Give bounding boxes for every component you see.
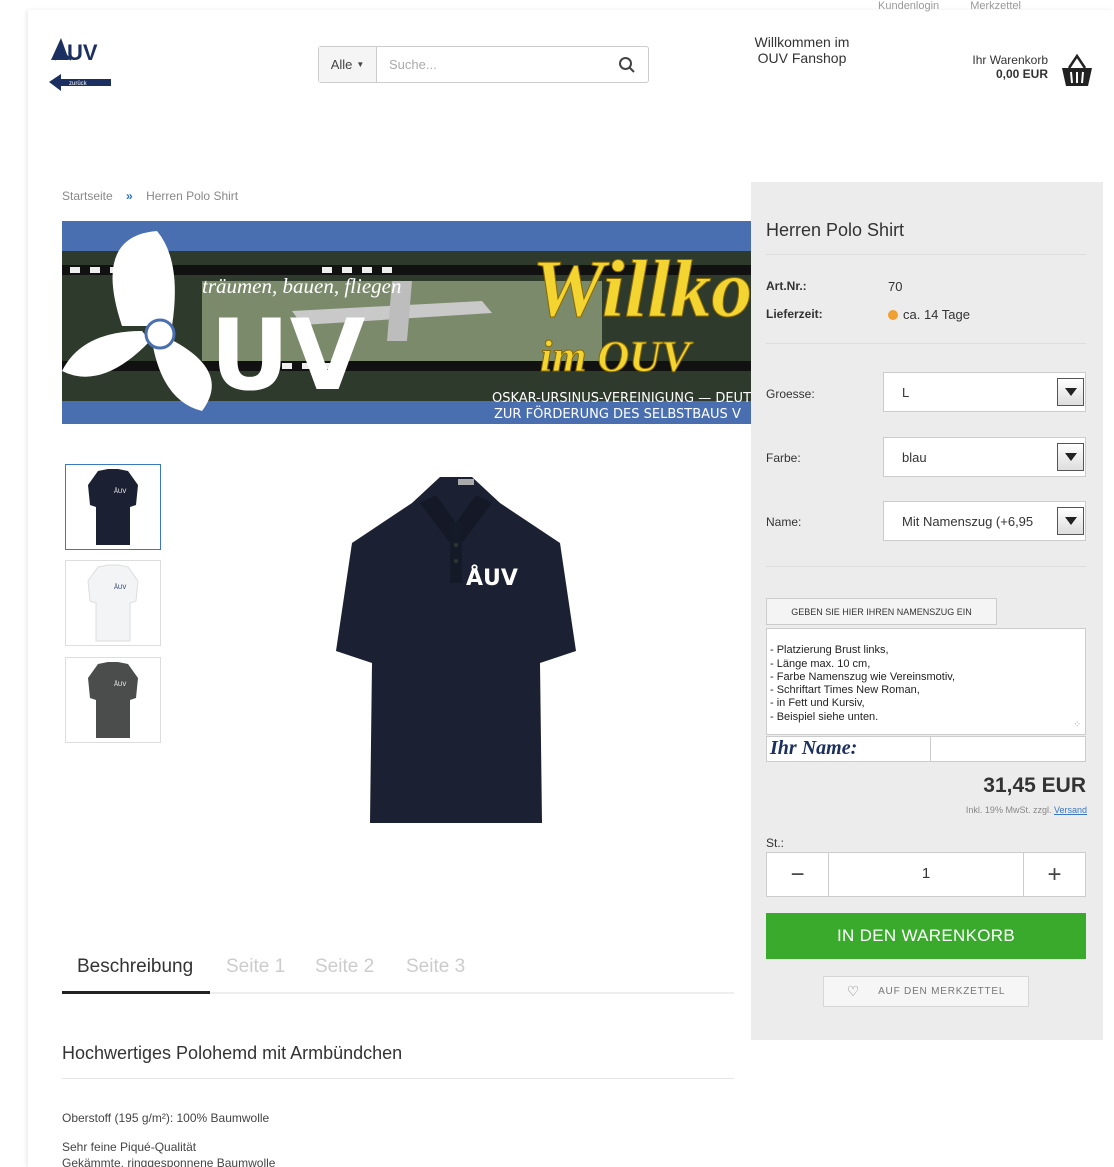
search-category-dropdown[interactable]: Alle ▼ [319, 47, 377, 82]
name-option-select[interactable]: Mit Namenszug (+6,95 [883, 501, 1086, 541]
search-bar: Alle ▼ [318, 46, 649, 83]
quantity-decrease-button[interactable]: − [767, 853, 829, 896]
basket-icon[interactable] [1060, 52, 1094, 88]
polo-shirt-thumbnail: ÅUV [87, 564, 139, 642]
active-tab-indicator [62, 991, 210, 994]
top-links: Kundenlogin Merkzettel [878, 0, 1049, 14]
quantity-increase-button[interactable]: + [1023, 853, 1085, 896]
shop-logo[interactable]: UV zurück [47, 30, 119, 92]
add-to-wishlist-button[interactable]: ♡ AUF DEN MERKZETTEL [823, 976, 1029, 1007]
back-label: zurück [69, 81, 88, 87]
wishlist-link[interactable]: Merkzettel [970, 0, 1021, 12]
breadcrumb-separator: » [126, 189, 133, 203]
delivery-label: Lieferzeit: [766, 307, 823, 321]
size-label: Groesse: [766, 387, 815, 401]
chevron-down-icon [1057, 507, 1084, 535]
thumbnail-white[interactable]: ÅUV [65, 560, 161, 646]
cart-label: Ihr Warenkorb [972, 53, 1048, 67]
page: Kundenlogin Merkzettel UV zurück Alle▼ W… [0, 0, 1114, 1167]
search-icon [619, 56, 635, 73]
tax-note: Inkl. 19% MwSt. zzgl. Versand [965, 805, 1087, 815]
product-title: Herren Polo Shirt [766, 220, 905, 240]
quantity-stepper: − 1 + [766, 852, 1086, 897]
resize-handle-icon[interactable]: ⁘ [1073, 718, 1081, 731]
description-line: Gekämmte, ringgesponnene Baumwolle [62, 1156, 276, 1167]
heart-icon: ♡ [846, 983, 861, 999]
login-link[interactable]: Kundenlogin [878, 0, 939, 12]
thumbnail-navy[interactable]: ÅUV [65, 464, 161, 550]
tab-seite-2[interactable]: Seite 2 [315, 956, 374, 978]
color-select[interactable]: blau [883, 437, 1086, 477]
svg-text:UV: UV [67, 40, 98, 65]
name-example-box [930, 737, 1085, 761]
quantity-input[interactable]: 1 [829, 865, 1023, 882]
polo-shirt-thumbnail: ÅUV [88, 469, 138, 545]
thumbnail-gray[interactable]: ÅUV [65, 657, 161, 743]
breadcrumb-home[interactable]: Startseite [62, 189, 113, 203]
svg-text:ÅUV: ÅUV [114, 584, 126, 591]
banner-org-line-2: ZUR FÖRDERUNG DES SELBSTBAUS V [494, 405, 741, 422]
description-title: Hochwertiges Polohemd mit Armbündchen [62, 1043, 403, 1063]
delivery-status-icon [888, 310, 898, 320]
search-input[interactable] [377, 47, 606, 82]
name-example-label: Ihr Name: [770, 737, 858, 759]
color-label: Farbe: [766, 451, 801, 465]
search-button[interactable] [606, 47, 648, 82]
add-to-cart-button[interactable]: IN DEN WARENKORB [766, 913, 1086, 959]
cart-summary[interactable]: Ihr Warenkorb 0,00 EUR [930, 53, 1048, 81]
tab-seite-1[interactable]: Seite 1 [226, 956, 285, 978]
product-price: 31,45 EUR [983, 774, 1086, 797]
chevron-down-icon [1057, 378, 1084, 406]
tab-beschreibung[interactable]: Beschreibung [77, 956, 193, 978]
banner-welcome: Willko [532, 243, 752, 334]
divider [766, 254, 1086, 255]
product-main-image[interactable]: ÅUV [280, 473, 632, 828]
breadcrumb-current[interactable]: Herren Polo Shirt [146, 189, 238, 203]
description-line: Oberstoff (195 g/m²): 100% Baumwolle [62, 1111, 270, 1125]
name-text-area[interactable]: - Platzierung Brust links, - Länge max. … [766, 628, 1086, 735]
artnr-label: Art.Nr.: [766, 279, 807, 293]
delivery-value: ca. 14 Tage [888, 307, 970, 322]
welcome-text: Willkommen im OUV Fanshop [754, 34, 850, 66]
chevron-down-icon [1057, 443, 1084, 471]
breadcrumb: Startseite » Herren Polo Shirt [62, 189, 238, 203]
product-tabs: Beschreibung Seite 1 Seite 2 Seite 3 [62, 946, 734, 994]
description-line: Sehr feine Piqué-Qualität [62, 1140, 197, 1154]
banner-welcome-2: im OUV [540, 332, 694, 381]
polo-shirt-thumbnail: ÅUV [88, 662, 138, 738]
name-example: Ihr Name: [766, 736, 1086, 762]
cart-amount: 0,00 EUR [995, 67, 1048, 81]
shirt-logo-text: ÅUV [466, 565, 518, 591]
divider [62, 1078, 734, 1079]
svg-text:ÅUV: ÅUV [114, 681, 126, 688]
divider [766, 343, 1086, 344]
quantity-label: St.: [766, 836, 785, 850]
artnr-value: 70 [888, 279, 903, 294]
name-option-label: Name: [766, 515, 802, 529]
name-input-button[interactable]: GEBEN SIE HIER IHREN NAMENSZUG EIN [766, 598, 997, 625]
size-select[interactable]: L [883, 372, 1086, 412]
tab-seite-3[interactable]: Seite 3 [406, 956, 465, 978]
svg-text:ÅUV: ÅUV [114, 488, 126, 495]
shop-banner: UV träumen, bauen, fliegen Willko im OUV… [62, 221, 752, 424]
banner-slogan: träumen, bauen, fliegen [202, 274, 401, 298]
banner-logo-text: UV [210, 299, 366, 413]
divider [766, 566, 1086, 567]
banner-org-line-1: OSKAR-URSINUS-VEREINIGUNG — DEUT [492, 391, 751, 406]
shipping-link[interactable]: Versand [1054, 805, 1087, 815]
